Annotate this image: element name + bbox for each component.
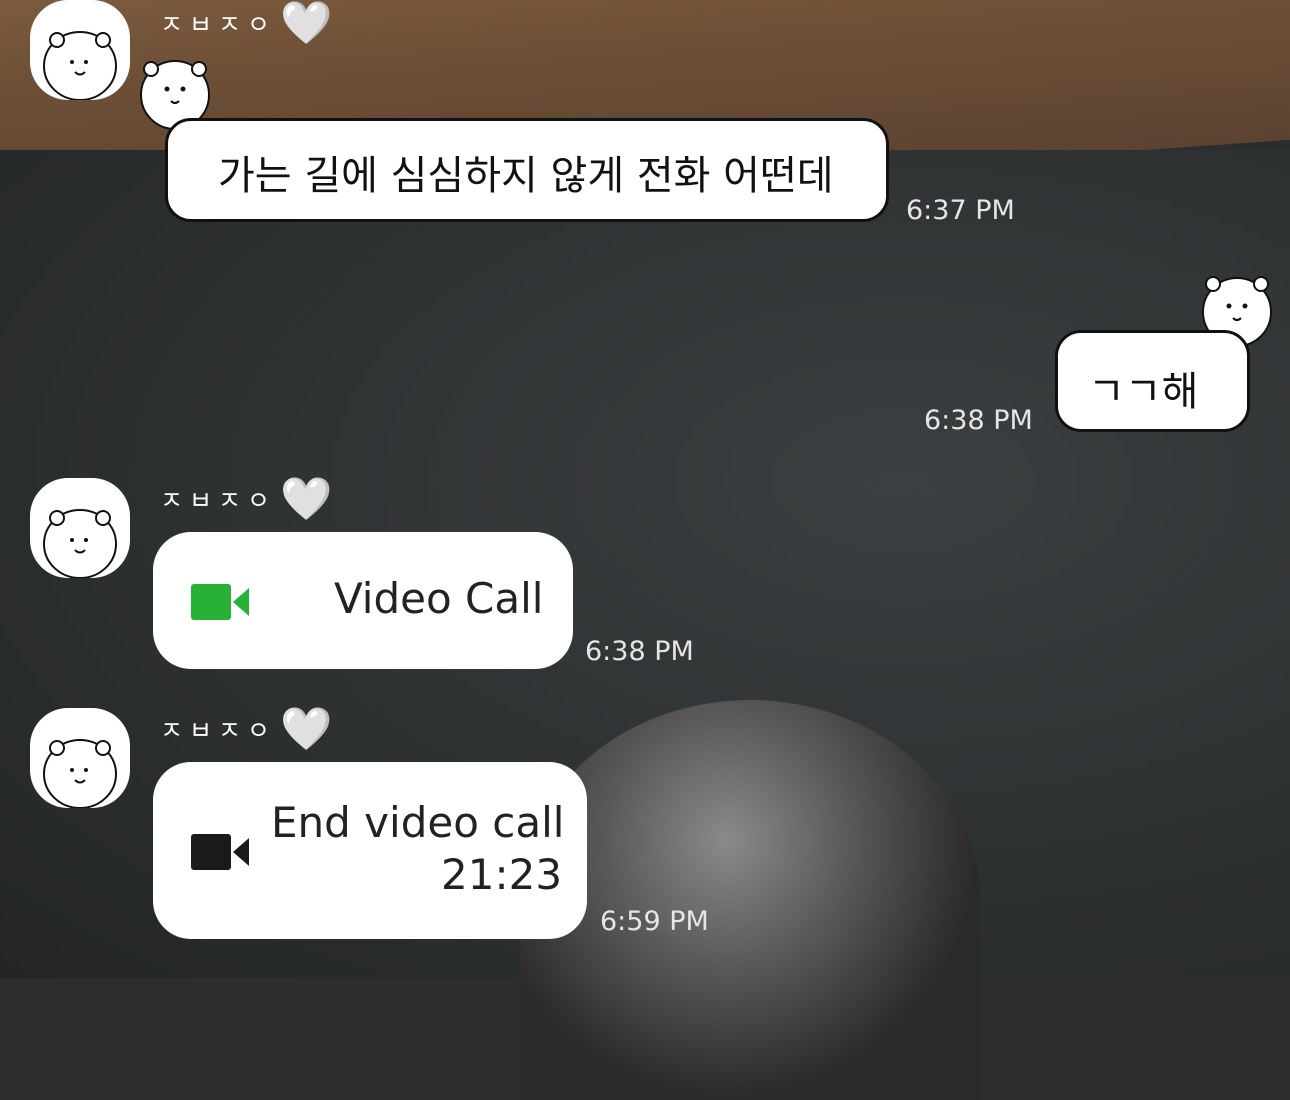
sender-avatar[interactable] (30, 708, 130, 808)
sender-avatar[interactable] (30, 0, 130, 100)
bear-avatar-icon (43, 739, 117, 808)
bear-avatar-icon (43, 509, 117, 578)
outgoing-message-bubble[interactable]: ㄱㄱ해 (1055, 330, 1250, 432)
call-label: Video Call (334, 574, 544, 623)
message-text: 가는 길에 심심하지 않게 전화 어떤데 (218, 153, 834, 199)
message-timestamp: 6:37 PM (906, 195, 1015, 226)
sender-avatar[interactable] (30, 478, 130, 578)
call-duration: 21:23 (441, 850, 563, 899)
sender-name-text: ㅈㅂㅈㅇ (160, 486, 277, 515)
end-video-call-bubble[interactable]: End video call 21:23 (153, 762, 587, 939)
sender-name: ㅈㅂㅈㅇ 🤍 (160, 2, 332, 44)
message-timestamp: 6:38 PM (924, 405, 1033, 436)
message-text: ㄱㄱ해 (1088, 369, 1199, 415)
sender-name: ㅈㅂㅈㅇ 🤍 (160, 708, 332, 750)
heart-icon: 🤍 (280, 0, 333, 47)
call-label: End video call (271, 798, 565, 847)
video-camera-icon (191, 584, 249, 620)
sender-name-text: ㅈㅂㅈㅇ (160, 716, 277, 745)
background-person-head (520, 700, 980, 1100)
sender-name-text: ㅈㅂㅈㅇ (160, 10, 277, 39)
message-timestamp: 6:59 PM (600, 906, 709, 937)
message-timestamp: 6:38 PM (585, 636, 694, 667)
incoming-message-bubble[interactable]: 가는 길에 심심하지 않게 전화 어떤데 (165, 118, 889, 222)
sender-name: ㅈㅂㅈㅇ 🤍 (160, 478, 332, 520)
bear-avatar-icon (43, 31, 117, 100)
heart-icon: 🤍 (280, 704, 333, 753)
video-camera-icon (191, 834, 249, 870)
heart-icon: 🤍 (280, 474, 333, 523)
video-call-bubble[interactable]: Video Call (153, 532, 573, 669)
